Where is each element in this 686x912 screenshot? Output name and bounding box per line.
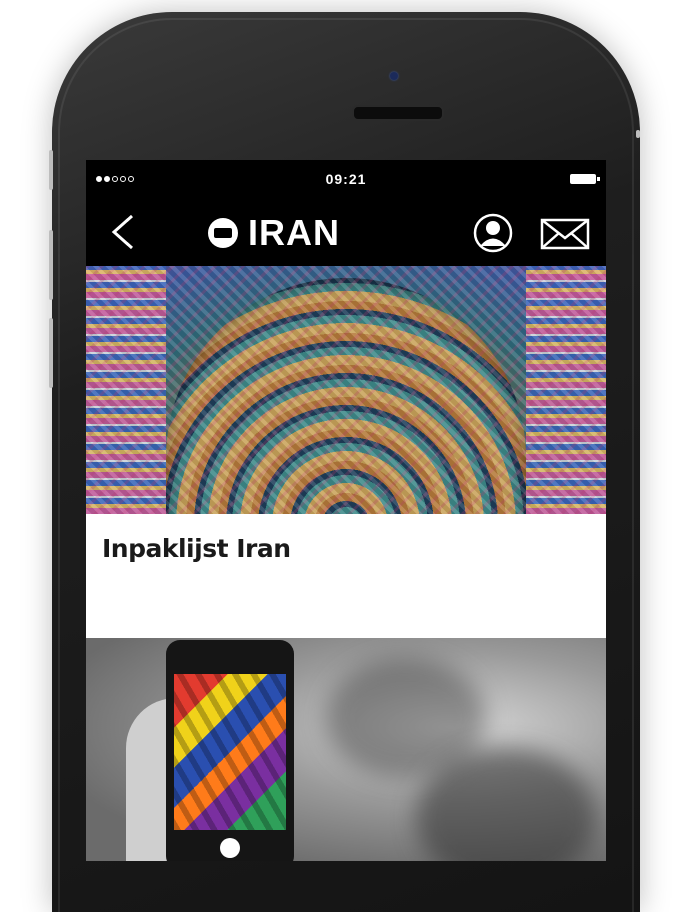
logo-icon — [208, 218, 238, 248]
user-icon[interactable] — [473, 213, 513, 253]
article-card[interactable]: Inpaklijst Iran — [86, 514, 606, 638]
signal-strength-icon — [96, 176, 156, 182]
app-screen: 09:21 IRAN Inpaklijst Iran — [86, 160, 606, 861]
front-camera — [390, 72, 398, 80]
nav-title-group: IRAN — [208, 212, 340, 254]
earpiece-speaker — [352, 105, 444, 121]
volume-down-button — [49, 318, 53, 388]
mail-icon[interactable] — [540, 218, 590, 250]
article-title[interactable]: Inpaklijst Iran — [102, 534, 291, 563]
page-title: IRAN — [248, 212, 340, 253]
chevron-left-icon[interactable] — [106, 212, 146, 252]
phone-in-photo — [166, 640, 294, 861]
article-image-phone-photo[interactable] — [86, 638, 606, 861]
status-time: 09:21 — [325, 171, 367, 187]
volume-up-button — [49, 230, 53, 300]
status-bar: 09:21 — [86, 160, 606, 198]
power-button — [636, 130, 640, 138]
hero-image-mosque-ceiling[interactable] — [86, 266, 606, 514]
battery-icon — [570, 174, 600, 184]
nav-bar: IRAN — [86, 198, 606, 266]
mute-switch — [49, 150, 53, 190]
